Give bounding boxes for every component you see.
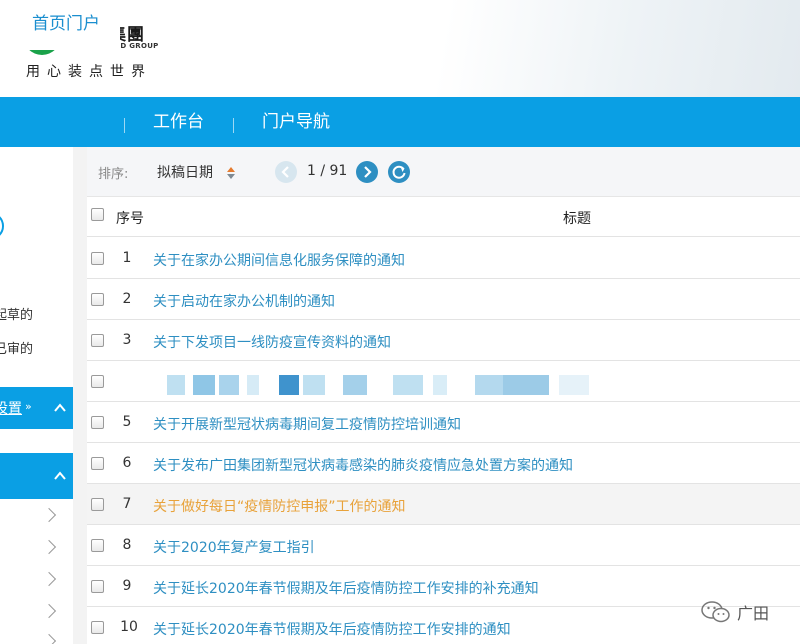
table-header: 序号 标题: [87, 197, 800, 237]
redaction-mosaic: [167, 368, 607, 395]
row-no: 3: [122, 332, 132, 348]
nav-separator: [233, 118, 234, 133]
refresh-button[interactable]: [388, 161, 410, 183]
chevron-up-icon[interactable]: [53, 401, 67, 415]
table-row[interactable]: 6 关于发布广田集团新型冠状病毒感染的肺炎疫情应急处置方案的通知: [87, 443, 800, 484]
table-row[interactable]: 8 关于2020年复产复工指引: [87, 525, 800, 566]
row-title-link[interactable]: 关于下发项目一线防疫宣传资料的通知: [153, 332, 391, 352]
sidebar-item-drafted[interactable]: 起草的: [0, 304, 33, 323]
row-title-link[interactable]: 关于做好每日“疫情防控申报”工作的通知: [153, 496, 406, 516]
row-checkbox[interactable]: [91, 621, 104, 634]
prev-page-button[interactable]: [275, 161, 297, 183]
left-sidebar: 起草的 已审的 设置 »: [0, 147, 73, 644]
row-title-link[interactable]: 关于延长2020年春节假期及年后疫情防控工作安排的补充通知: [153, 578, 539, 598]
table-row[interactable]: 9 关于延长2020年春节假期及年后疫情防控工作安排的补充通知: [87, 566, 800, 607]
row-checkbox[interactable]: [91, 498, 104, 511]
watermark-text: 广田: [737, 604, 770, 623]
row-no: 9: [122, 578, 132, 594]
column-header-title: 标题: [563, 211, 591, 227]
row-checkbox[interactable]: [91, 252, 104, 265]
chevron-right-icon: [364, 166, 372, 178]
sort-field-draft-date[interactable]: 拟稿日期: [157, 162, 213, 182]
table-row[interactable]: 3 关于下发项目一线防疫宣传资料的通知: [87, 320, 800, 361]
row-checkbox[interactable]: [91, 375, 104, 388]
row-title-link[interactable]: 关于启动在家办公机制的通知: [153, 291, 335, 311]
top-navbar: [0, 97, 800, 147]
row-no: 2: [122, 291, 132, 307]
row-title-link[interactable]: 关于发布广田集团新型冠状病毒感染的肺炎疫情应急处置方案的通知: [153, 455, 573, 475]
sort-label: 排序:: [98, 167, 129, 182]
table-row[interactable]: 5 关于开展新型冠状病毒期间复工疫情防控培训通知: [87, 402, 800, 443]
row-title-link[interactable]: 关于开展新型冠状病毒期间复工疫情防控培训通知: [153, 414, 461, 434]
chevron-up-icon[interactable]: [53, 469, 67, 483]
brand-slogan: 用心装点世界: [26, 64, 152, 80]
row-no: 7: [122, 496, 132, 512]
page-indicator: 1 / 91: [307, 163, 348, 179]
chevron-right-icon[interactable]: [41, 571, 57, 587]
row-title-link[interactable]: 关于在家办公期间信息化服务保障的通知: [153, 250, 405, 270]
row-no: 6: [122, 455, 132, 471]
row-title-link[interactable]: 关于延长2020年春节假期及年后疫情防控工作安排的通知: [153, 619, 511, 639]
wechat-icon: [701, 601, 730, 623]
tab-workbench[interactable]: 工作台: [153, 97, 204, 147]
row-checkbox[interactable]: [91, 334, 104, 347]
row-no: 10: [120, 619, 138, 635]
row-checkbox[interactable]: [91, 293, 104, 306]
sidebar-collapse-bar[interactable]: [0, 453, 73, 499]
table-row-hovered[interactable]: 7 关于做好每日“疫情防控申报”工作的通知: [87, 484, 800, 525]
row-no: 5: [122, 414, 132, 430]
row-checkbox[interactable]: [91, 416, 104, 429]
sidebar-settings-label[interactable]: 设置: [0, 398, 22, 418]
table-row[interactable]: 1 关于在家办公期间信息化服务保障的通知: [87, 238, 800, 279]
refresh-icon: [392, 165, 406, 179]
row-checkbox[interactable]: [91, 580, 104, 593]
sort-up-down-icon[interactable]: [226, 165, 236, 181]
chevron-right-icon[interactable]: [41, 507, 57, 523]
header: 廣田集團 GRANDLAND GROUP 用心装点世界: [0, 0, 800, 97]
row-checkbox[interactable]: [91, 457, 104, 470]
select-all-checkbox[interactable]: [91, 208, 104, 221]
double-chevron-right-icon: »: [25, 400, 32, 413]
chevron-right-icon[interactable]: [41, 633, 57, 644]
chevron-right-icon[interactable]: [41, 539, 57, 555]
table-row-redacted[interactable]: [87, 361, 800, 402]
nav-separator: [124, 118, 125, 133]
table-row[interactable]: 10 关于延长2020年春节假期及年后疫情防控工作安排的通知: [87, 607, 800, 644]
sidebar-settings-bar[interactable]: 设置 »: [0, 387, 73, 429]
tab-home-portal[interactable]: 首页门户: [12, 8, 120, 50]
table-row[interactable]: 2 关于启动在家办公机制的通知: [87, 279, 800, 320]
tab-portal-navigation[interactable]: 门户导航: [262, 97, 330, 147]
list-toolbar: 排序: 拟稿日期 1 / 91: [87, 147, 800, 197]
next-page-button[interactable]: [356, 161, 378, 183]
sidebar-avatar-ring: [0, 212, 4, 240]
row-title-link[interactable]: 关于2020年复产复工指引: [153, 537, 315, 557]
document-list-panel: 排序: 拟稿日期 1 / 91 序号 标题 1 关于在家办公期间信息化服务保障的…: [87, 147, 800, 644]
row-no: 8: [122, 537, 132, 553]
sidebar-item-reviewed[interactable]: 已审的: [0, 338, 33, 357]
row-no: 1: [122, 250, 132, 266]
chevron-right-icon[interactable]: [41, 603, 57, 619]
column-header-no: 序号: [116, 211, 144, 227]
chevron-left-icon: [281, 166, 289, 178]
row-checkbox[interactable]: [91, 539, 104, 552]
